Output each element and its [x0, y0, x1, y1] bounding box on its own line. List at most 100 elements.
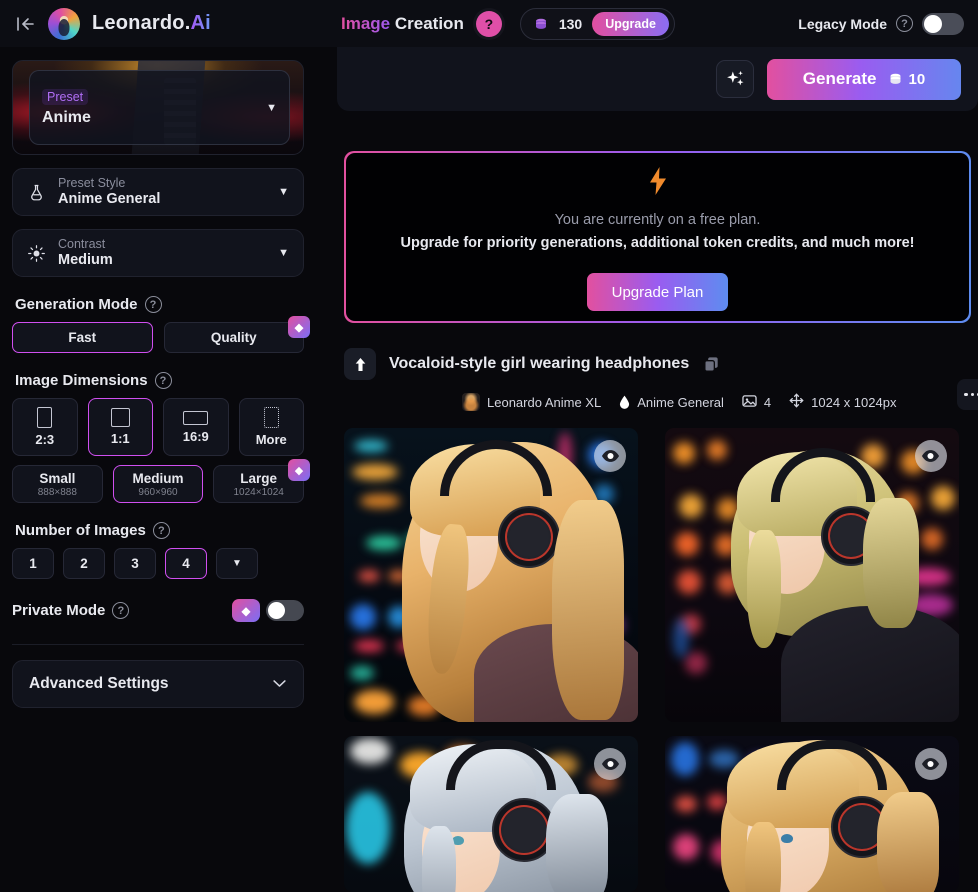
chevron-down-icon: ▼ — [232, 558, 242, 569]
contrast-texts: Contrast Medium — [58, 237, 267, 269]
generated-images-grid — [344, 428, 971, 892]
eye-icon[interactable] — [914, 748, 947, 780]
number-of-images-4[interactable]: 4 — [165, 548, 207, 579]
image-size-medium-dims: 960×960 — [138, 486, 178, 498]
private-mode-gem-icon[interactable]: ◆ — [232, 599, 260, 622]
meta-model-label: Leonardo Anime XL — [487, 394, 602, 410]
preset-value: Anime — [42, 109, 91, 126]
contrast-selector[interactable]: Contrast Medium ▼ — [12, 229, 304, 277]
generate-button-label: Generate — [802, 69, 877, 88]
generation-mode-fast[interactable]: Fast — [12, 322, 153, 353]
legacy-mode-toggle[interactable] — [922, 12, 964, 35]
contrast-value: Medium — [58, 252, 113, 269]
token-balance-pill: 130 Upgrade — [519, 7, 675, 40]
sidebar-divider — [12, 644, 304, 645]
meta-image-count-label: 4 — [763, 394, 772, 410]
sparkles-icon[interactable] — [716, 60, 754, 98]
preset-label: Preset — [42, 89, 89, 105]
image-size-medium[interactable]: Medium 960×960 — [112, 465, 204, 503]
aspect-ratio-more-label: More — [255, 432, 287, 447]
eye-icon[interactable] — [594, 748, 626, 780]
page-title: Image Creation — [341, 14, 464, 34]
generate-button[interactable]: Generate 10 — [767, 58, 961, 100]
preset-style-selector[interactable]: Preset Style Anime General ▼ — [12, 168, 304, 216]
advanced-settings-title: Advanced Settings — [29, 675, 169, 692]
advanced-settings-section[interactable]: Advanced Settings — [12, 660, 304, 708]
token-count: 130 — [558, 15, 583, 32]
aspect-ratio-16-9[interactable]: 16:9 — [163, 398, 229, 456]
eye-icon[interactable] — [914, 440, 947, 472]
coin-icon — [534, 17, 549, 31]
generation-mode-help-icon[interactable]: ? — [144, 296, 162, 313]
image-size-large[interactable]: Large 1024×1024 ◆ — [213, 459, 311, 503]
aspect-ratio-2-3[interactable]: 2:3 — [12, 398, 78, 456]
upgrade-plan-button[interactable]: Upgrade Plan — [586, 273, 729, 311]
number-of-images-2[interactable]: 2 — [63, 548, 105, 579]
image-dimensions-title: Image Dimensions — [15, 372, 148, 389]
preset-texts: Preset Anime — [42, 88, 266, 127]
brand-logo-text: Leonardo.Ai — [92, 12, 211, 35]
arrow-up-icon[interactable] — [344, 348, 376, 380]
generated-image-3[interactable] — [344, 736, 638, 892]
contrast-chevron-down-icon[interactable]: ▼ — [278, 247, 289, 259]
user-avatar[interactable] — [48, 7, 80, 40]
toggle-knob — [924, 14, 942, 33]
aspect-ratio-more[interactable]: More — [238, 398, 304, 456]
aspect-ratio-16-9-label: 16:9 — [182, 428, 209, 444]
gem-icon: ◆ — [288, 316, 310, 338]
preset-style-chevron-down-icon[interactable]: ▼ — [278, 186, 289, 198]
meta-image-count: 4 — [742, 394, 771, 411]
image-size-small[interactable]: Small 888×888 — [12, 465, 103, 503]
more-options-icon[interactable] — [957, 379, 978, 410]
generate-cost-value: 10 — [908, 70, 926, 88]
landscape-rect-icon — [183, 410, 209, 425]
upgrade-banner-line1: You are currently on a free plan. — [554, 212, 761, 228]
page-help-icon[interactable]: ? — [475, 10, 502, 37]
page-title-rest: Creation — [394, 13, 464, 33]
image-size-large-dims: 1024×1024 — [233, 486, 284, 498]
aspect-ratio-1-1-label: 1:1 — [110, 431, 130, 446]
upgrade-banner-inner: You are currently on a free plan. Upgrad… — [345, 152, 970, 322]
preset-selector-card[interactable]: Preset Anime ▼ — [12, 60, 304, 155]
leonardo-ai-image-creation-app: Leonardo.Ai Image Creation ? 130 Upgrade — [0, 0, 978, 892]
preset-style-value: Anime General — [58, 191, 161, 208]
aspect-ratio-options: 2:3 1:1 16:9 More — [12, 398, 304, 456]
generation-mode-quality[interactable]: Quality ◆ — [163, 316, 310, 353]
legacy-mode-help-icon[interactable]: ? — [896, 15, 913, 32]
number-of-images-help-icon[interactable]: ? — [152, 522, 170, 539]
upgrade-button[interactable]: Upgrade — [592, 11, 669, 36]
generated-image-1[interactable] — [344, 428, 638, 722]
main-content: Generate 10 You are currently on a free … — [337, 47, 978, 892]
private-mode-row: Private Mode ? ◆ — [12, 599, 304, 622]
model-thumbnail — [462, 393, 480, 411]
preset-chevron-down-icon[interactable]: ▼ — [266, 102, 277, 114]
generation-mode-header: Generation Mode ? — [15, 296, 304, 313]
generated-image-2[interactable] — [664, 428, 959, 722]
generation-prompt-text: Vocaloid-style girl wearing headphones — [389, 355, 690, 372]
move-resize-icon — [789, 393, 804, 411]
contrast-label: Contrast — [58, 236, 106, 251]
private-mode-help-icon[interactable]: ? — [112, 602, 130, 619]
eye-icon[interactable] — [594, 440, 626, 472]
top-bar-right: Legacy Mode ? — [798, 12, 964, 35]
generated-image-4[interactable] — [664, 736, 959, 892]
image-dimensions-help-icon[interactable]: ? — [154, 372, 172, 389]
brand-name: Leonardo. — [92, 12, 191, 34]
number-of-images-options: 1 2 3 4 ▼ — [12, 548, 304, 579]
advanced-settings-chevron-down-icon[interactable] — [272, 675, 287, 693]
brand-suffix: Ai — [190, 12, 211, 34]
collapse-sidebar-arrow-icon[interactable] — [12, 11, 38, 37]
number-of-images-more-chevron-down-icon[interactable]: ▼ — [216, 548, 258, 579]
generation-meta-row: Leonardo Anime XL Anime General 4 1024 x… — [462, 379, 978, 411]
number-of-images-1[interactable]: 1 — [12, 548, 54, 579]
portrait-rect-icon — [37, 407, 53, 428]
private-mode-toggle[interactable] — [266, 600, 304, 621]
copy-icon[interactable] — [702, 355, 721, 374]
aspect-ratio-2-3-label: 2:3 — [35, 432, 55, 447]
number-of-images-3[interactable]: 3 — [114, 548, 156, 579]
meta-style-label: Anime General — [637, 394, 724, 410]
meta-model[interactable]: Leonardo Anime XL — [462, 393, 601, 411]
generate-bar: Generate 10 — [337, 47, 978, 111]
aspect-ratio-1-1[interactable]: 1:1 — [87, 398, 153, 456]
generation-mode-options: Fast Quality ◆ — [12, 316, 310, 353]
